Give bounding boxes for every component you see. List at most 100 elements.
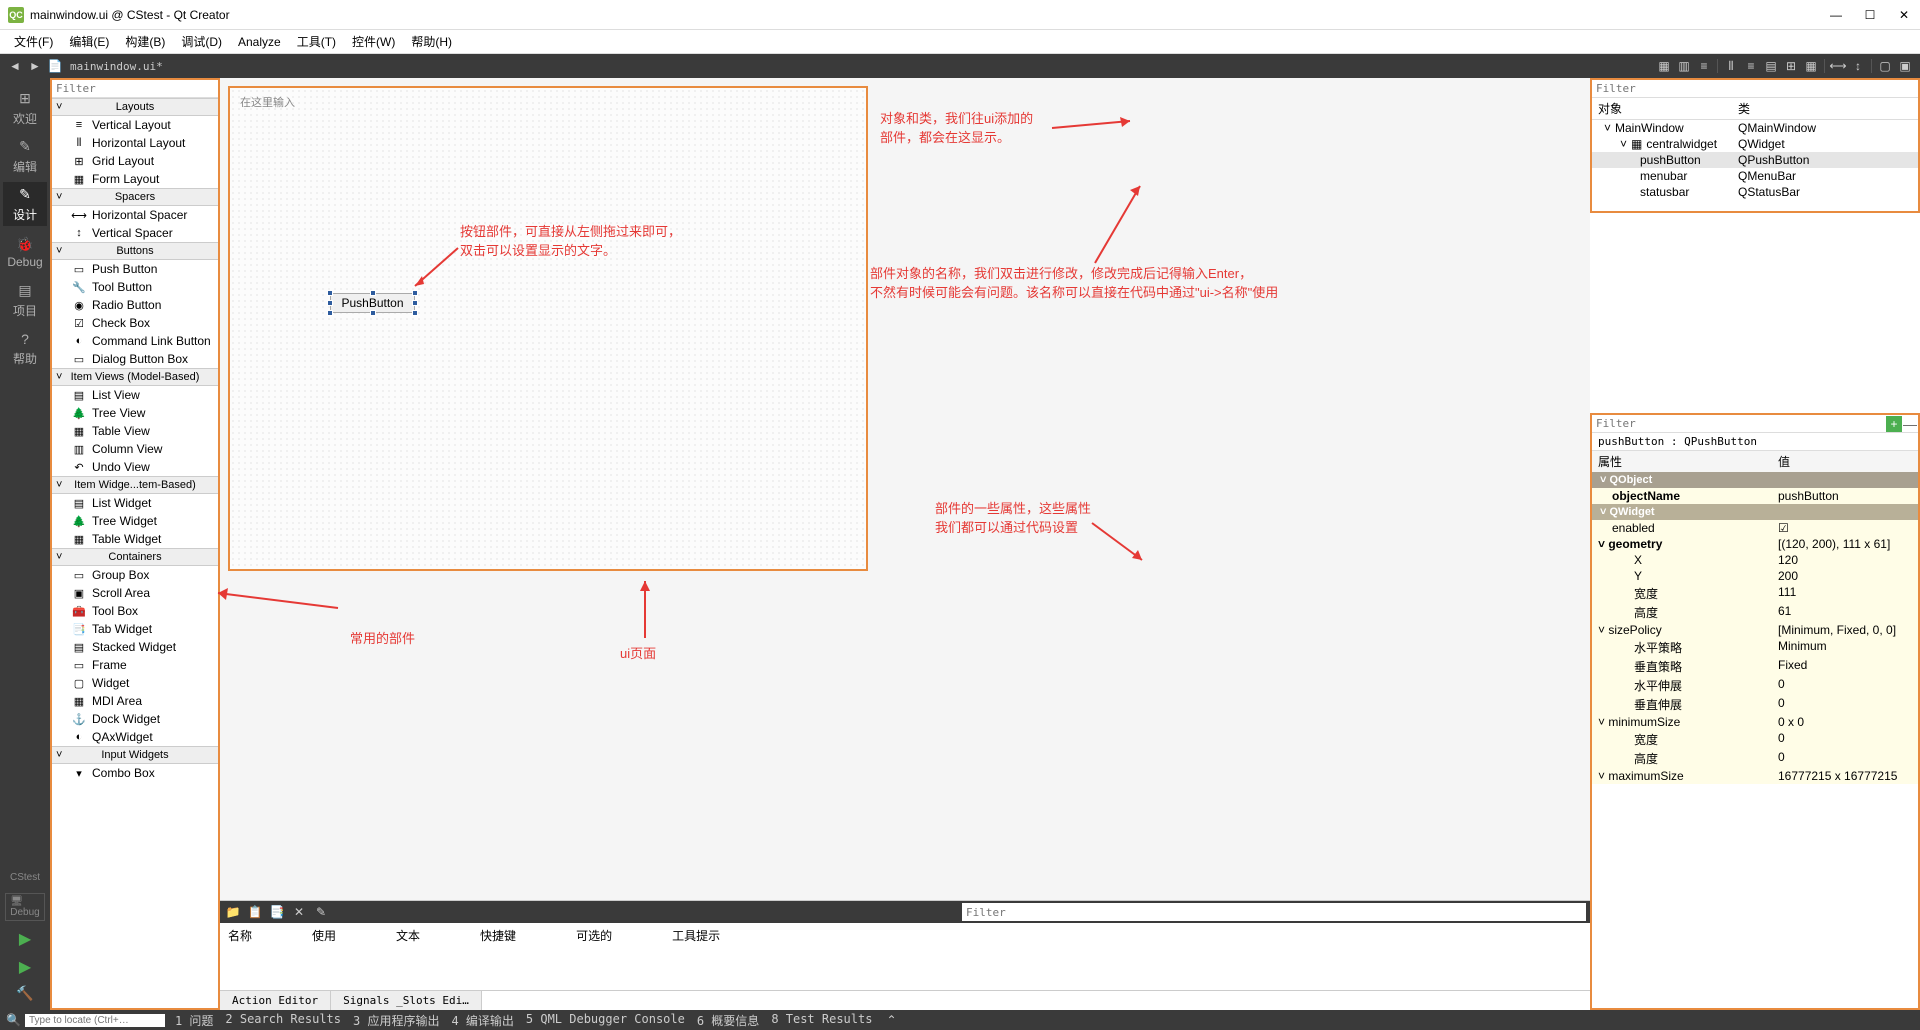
debug-run-button[interactable]: ▶: [19, 957, 31, 977]
menu-item[interactable]: 工具(T): [289, 31, 344, 52]
status-tab[interactable]: 8 Test Results: [765, 1012, 878, 1029]
property-value[interactable]: Minimum: [1778, 639, 1827, 656]
property-row[interactable]: 垂直伸展0: [1592, 695, 1918, 714]
build-button[interactable]: 🔨: [16, 985, 33, 1002]
tool-icon[interactable]: ▥: [1675, 57, 1693, 75]
pushbutton-widget[interactable]: PushButton: [330, 293, 415, 313]
property-row[interactable]: minimumSize0 x 0: [1592, 714, 1918, 730]
property-value[interactable]: ☑: [1778, 521, 1789, 535]
status-tab[interactable]: 3 应用程序输出: [347, 1012, 445, 1029]
widget-item[interactable]: ▤List Widget: [52, 494, 218, 512]
status-tab[interactable]: 2 Search Results: [219, 1012, 347, 1029]
mode-button[interactable]: ?帮助: [3, 326, 47, 370]
tool-icon[interactable]: ↕: [1849, 57, 1867, 75]
menu-item[interactable]: Analyze: [230, 33, 289, 51]
property-filter-input[interactable]: [1592, 417, 1886, 430]
widget-item[interactable]: 🧰Tool Box: [52, 602, 218, 620]
mode-button[interactable]: ⊞欢迎: [3, 86, 47, 130]
widget-section-header[interactable]: Item Views (Model-Based): [52, 368, 218, 386]
tool-icon[interactable]: 📁: [224, 903, 242, 921]
widget-section-header[interactable]: Containers: [52, 548, 218, 566]
widget-item[interactable]: ▦Form Layout: [52, 170, 218, 188]
run-button[interactable]: ▶: [19, 929, 31, 949]
property-row[interactable]: 水平策略Minimum: [1592, 638, 1918, 657]
mode-button[interactable]: ✎设计: [3, 182, 47, 226]
property-row[interactable]: objectNamepushButton: [1592, 488, 1918, 504]
menu-item[interactable]: 文件(F): [6, 31, 61, 52]
menu-item[interactable]: 控件(W): [344, 31, 403, 52]
widget-section-header[interactable]: Spacers: [52, 188, 218, 206]
tool-icon[interactable]: ⟷: [1829, 57, 1847, 75]
widget-item[interactable]: ⚓Dock Widget: [52, 710, 218, 728]
menu-item[interactable]: 构建(B): [117, 31, 173, 52]
object-row[interactable]: menubarQMenuBar: [1592, 168, 1918, 184]
tool-icon[interactable]: ▢: [1876, 57, 1894, 75]
widget-item[interactable]: ▭Frame: [52, 656, 218, 674]
property-row[interactable]: 宽度0: [1592, 730, 1918, 749]
object-row[interactable]: statusbarQStatusBar: [1592, 184, 1918, 200]
panel-tab[interactable]: Action Editor: [220, 991, 331, 1010]
property-section[interactable]: ˅ QWidget: [1592, 504, 1918, 520]
widget-section-header[interactable]: Item Widge...tem-Based): [52, 476, 218, 494]
panel-tab[interactable]: Signals _Slots Edi…: [331, 991, 482, 1010]
widget-item[interactable]: ↶Undo View: [52, 458, 218, 476]
design-canvas[interactable]: 在这里输入 PushButton: [228, 86, 868, 571]
status-tab[interactable]: 6 概要信息: [691, 1012, 765, 1029]
widget-item[interactable]: ◉Radio Button: [52, 296, 218, 314]
widget-item[interactable]: ▦MDI Area: [52, 692, 218, 710]
widget-item[interactable]: ▤Stacked Widget: [52, 638, 218, 656]
widget-item[interactable]: 🔧Tool Button: [52, 278, 218, 296]
property-value[interactable]: 200: [1778, 569, 1798, 583]
property-value[interactable]: 111: [1778, 585, 1796, 602]
property-row[interactable]: 水平伸展0: [1592, 676, 1918, 695]
property-row[interactable]: 宽度111: [1592, 584, 1918, 603]
object-row[interactable]: pushButtonQPushButton: [1592, 152, 1918, 168]
widget-item[interactable]: ▤List View: [52, 386, 218, 404]
tool-icon[interactable]: ✎: [312, 903, 330, 921]
remove-property-button[interactable]: —: [1902, 416, 1918, 432]
widget-item[interactable]: ▭Dialog Button Box: [52, 350, 218, 368]
widget-item[interactable]: ▾Combo Box: [52, 764, 218, 782]
property-value[interactable]: Fixed: [1778, 658, 1807, 675]
chevron-icon[interactable]: ⌃: [886, 1013, 896, 1027]
property-section[interactable]: ˅ QObject: [1592, 472, 1918, 488]
locator-input[interactable]: [25, 1014, 165, 1027]
widget-item[interactable]: ↕Vertical Spacer: [52, 224, 218, 242]
property-row[interactable]: 高度0: [1592, 749, 1918, 768]
close-button[interactable]: ✕: [1896, 7, 1912, 23]
property-value[interactable]: 0: [1778, 677, 1785, 694]
status-tab[interactable]: 1 问题: [169, 1012, 219, 1029]
widget-item[interactable]: ⦀Horizontal Layout: [52, 134, 218, 152]
property-value[interactable]: 0: [1778, 696, 1785, 713]
tool-icon[interactable]: 📑: [268, 903, 286, 921]
property-value[interactable]: 16777215 x 16777215: [1778, 769, 1897, 783]
property-row[interactable]: X120: [1592, 552, 1918, 568]
forward-button[interactable]: ►: [26, 57, 44, 75]
widget-section-header[interactable]: Input Widgets: [52, 746, 218, 764]
tool-icon[interactable]: ▦: [1655, 57, 1673, 75]
minimize-button[interactable]: —: [1828, 7, 1844, 23]
property-value[interactable]: [Minimum, Fixed, 0, 0]: [1778, 623, 1896, 637]
property-row[interactable]: 高度61: [1592, 603, 1918, 622]
widget-item[interactable]: ▭Push Button: [52, 260, 218, 278]
tool-icon[interactable]: ▦: [1802, 57, 1820, 75]
widget-section-header[interactable]: Buttons: [52, 242, 218, 260]
widget-item[interactable]: ▥Column View: [52, 440, 218, 458]
object-row[interactable]: ˅MainWindowQMainWindow: [1592, 120, 1918, 136]
menu-item[interactable]: 调试(D): [173, 31, 230, 52]
menu-item[interactable]: 编辑(E): [61, 31, 117, 52]
property-value[interactable]: 120: [1778, 553, 1798, 567]
tool-icon[interactable]: ▣: [1896, 57, 1914, 75]
widget-item[interactable]: 🌲Tree Widget: [52, 512, 218, 530]
widget-item[interactable]: ☑Check Box: [52, 314, 218, 332]
back-button[interactable]: ◄: [6, 57, 24, 75]
project-tag[interactable]: CStest: [6, 870, 44, 885]
widget-item[interactable]: ▭Group Box: [52, 566, 218, 584]
widget-item[interactable]: ◐Command Link Button: [52, 332, 218, 350]
tool-icon[interactable]: 📋: [246, 903, 264, 921]
widget-item[interactable]: ▦Table Widget: [52, 530, 218, 548]
widget-item[interactable]: ▢Widget: [52, 674, 218, 692]
tool-icon[interactable]: ⦀: [1722, 57, 1740, 75]
object-filter-input[interactable]: [1592, 80, 1918, 98]
tool-icon[interactable]: ≡: [1742, 57, 1760, 75]
